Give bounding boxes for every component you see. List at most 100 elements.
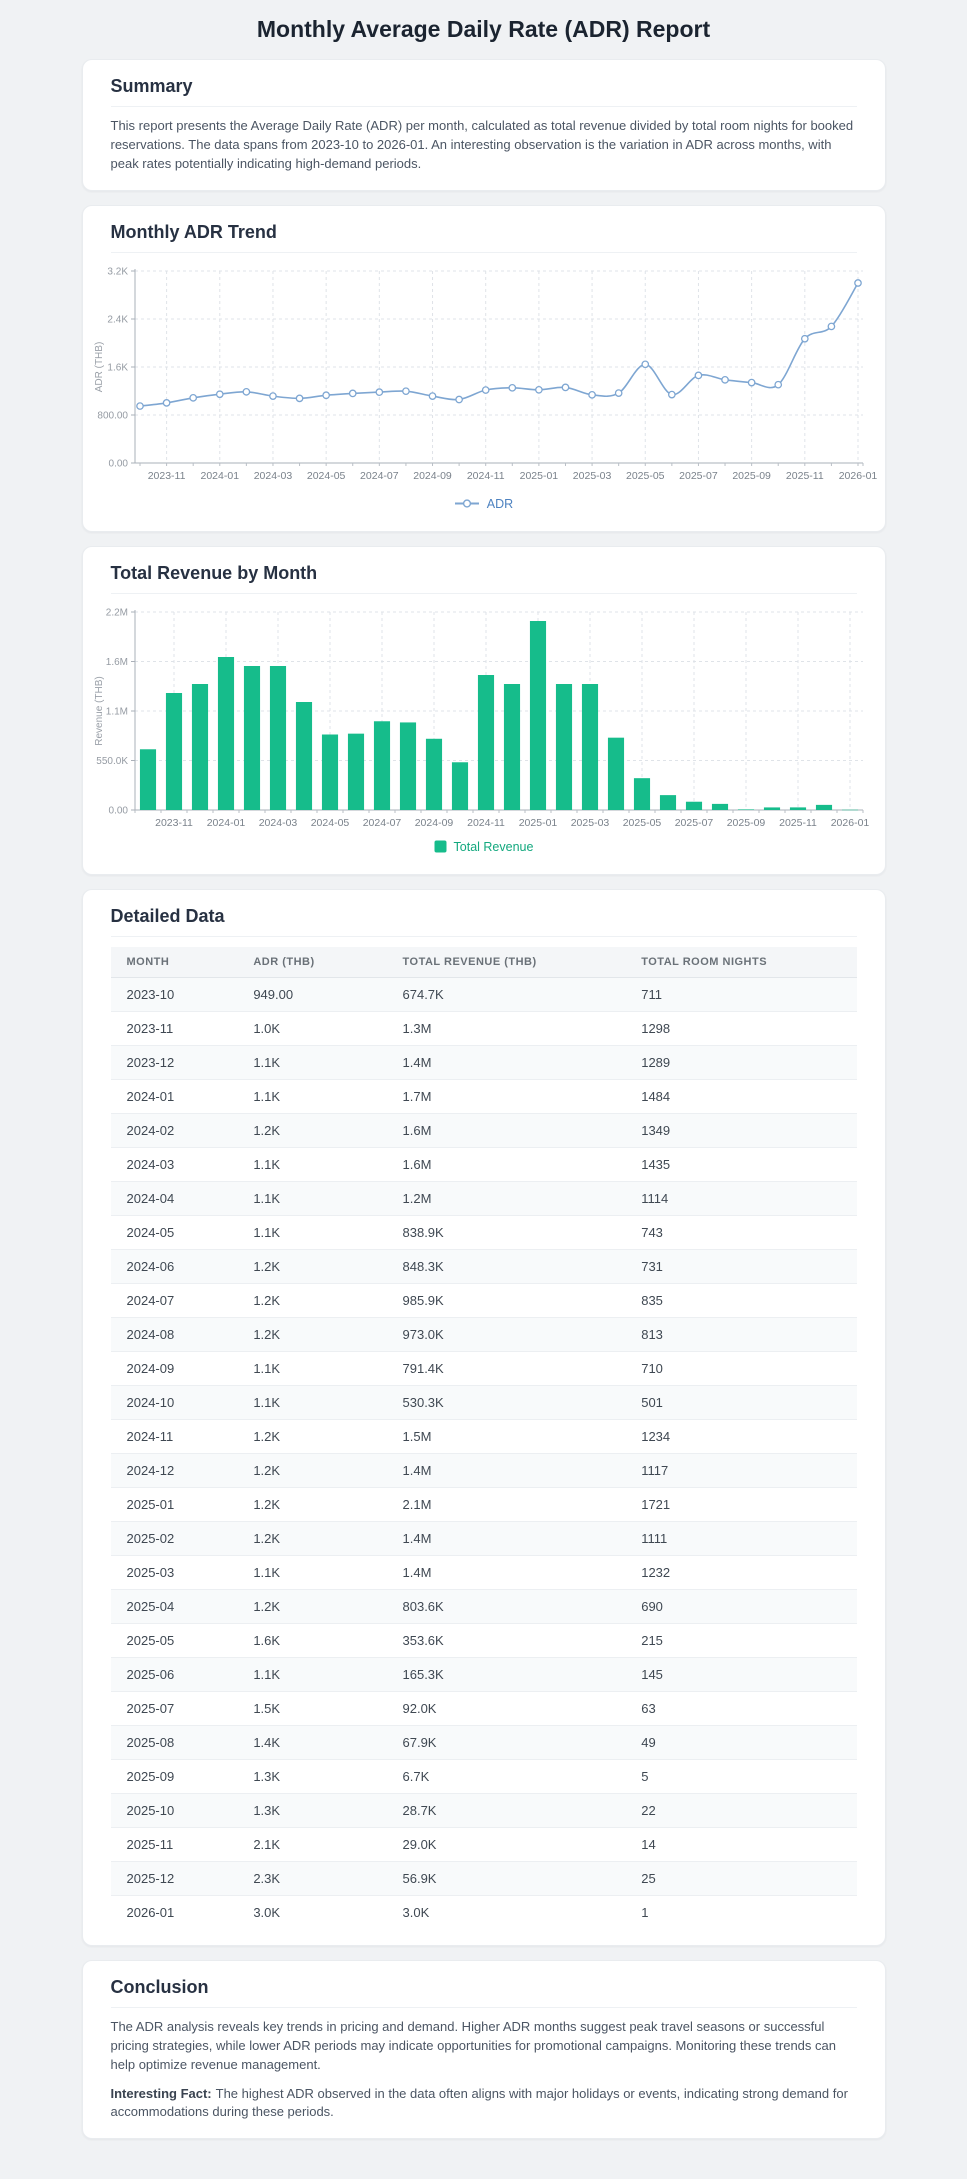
table-row: 2024-04 1.1K 1.2M 1114 bbox=[110, 1181, 857, 1216]
svg-text:0.00: 0.00 bbox=[108, 458, 128, 469]
table-header-row: MONTH ADR (THB) TOTAL REVENUE (THB) TOTAL R… bbox=[110, 946, 857, 978]
table-cell: 2023-10 bbox=[110, 977, 238, 1012]
revenue-bar bbox=[373, 720, 390, 810]
revenue-bar bbox=[347, 733, 364, 810]
svg-text:2025-11: 2025-11 bbox=[785, 470, 823, 482]
table-cell: 1435 bbox=[625, 1147, 857, 1182]
table-row: 2026-01 3.0K 3.0K 1 bbox=[111, 1895, 857, 1929]
table-cell: 1.1K bbox=[237, 1215, 387, 1250]
conclusion-heading: Conclusion bbox=[110, 1977, 857, 2009]
table-cell: 2024-01 bbox=[110, 1079, 238, 1114]
table-cell: 1.2K bbox=[237, 1589, 387, 1624]
table-cell: 29.0K bbox=[386, 1827, 626, 1862]
table-cell: 2025-03 bbox=[110, 1555, 238, 1590]
adr-point bbox=[454, 395, 463, 403]
table-cell: 1111 bbox=[625, 1521, 857, 1556]
svg-text:550.0K: 550.0K bbox=[96, 756, 128, 767]
table-cell: 3.0K bbox=[253, 1904, 281, 1920]
svg-text:2026-01: 2026-01 bbox=[838, 470, 877, 482]
svg-text:2025-05: 2025-05 bbox=[622, 817, 661, 829]
adr-point bbox=[747, 378, 755, 386]
revenue-bar bbox=[399, 721, 416, 810]
table-cell: 145 bbox=[625, 1657, 857, 1692]
table-cell: 1117 bbox=[625, 1453, 857, 1488]
table-cell: 791.4K bbox=[386, 1351, 626, 1386]
table-row: 2025-11 2.1K 29.0K 14 bbox=[110, 1827, 857, 1862]
table-column-header: TOTAL REVENUE (THB) bbox=[386, 946, 626, 978]
adr-point bbox=[667, 390, 676, 398]
adr-point bbox=[694, 371, 702, 379]
table-cell: 165.3K bbox=[386, 1657, 626, 1692]
revenue-bar bbox=[685, 801, 702, 810]
table-row: 2024-01 1.1K 1.7M 1484 bbox=[110, 1079, 857, 1114]
table-cell: 1484 bbox=[625, 1079, 857, 1114]
table-cell: 501 bbox=[625, 1385, 857, 1420]
svg-text:2.2M: 2.2M bbox=[105, 607, 127, 618]
table-row: 2024-02 1.2K 1.6M 1349 bbox=[110, 1113, 857, 1148]
adr-line-chart-svg: 0.00 800.00 1.6K 2.4K 3.2K 2023-11 2024-01 2024… bbox=[94, 266, 877, 482]
svg-text:3.2K: 3.2K bbox=[107, 266, 128, 277]
table-cell: 711 bbox=[625, 977, 857, 1012]
table-row: 2024-10 1.1K 530.3K 501 bbox=[110, 1385, 857, 1420]
table-cell: 848.3K bbox=[386, 1249, 626, 1284]
table-cell: 1289 bbox=[625, 1045, 857, 1080]
table-cell: 2024-09 bbox=[110, 1351, 238, 1386]
adr-point bbox=[242, 387, 250, 396]
table-cell: 2025-02 bbox=[110, 1521, 238, 1556]
table-cell: 1.1K bbox=[237, 1045, 387, 1080]
adr-point bbox=[268, 391, 277, 400]
adr-point bbox=[401, 386, 410, 395]
table-cell: 2026-01 bbox=[126, 1904, 175, 1920]
table-cell: 2.1K bbox=[237, 1827, 387, 1862]
table-cell: 1.1K bbox=[237, 1351, 387, 1386]
table-cell: 56.9K bbox=[386, 1861, 626, 1896]
revenue-bar bbox=[789, 806, 806, 810]
adr-point bbox=[348, 389, 357, 397]
table-cell: 28.7K bbox=[386, 1793, 626, 1828]
table-cell: 1.2K bbox=[237, 1113, 387, 1148]
table-cell: 1.1K bbox=[237, 1147, 387, 1182]
adr-point bbox=[827, 322, 835, 330]
bar-legend-icon bbox=[434, 840, 447, 853]
table-row: 2024-06 1.2K 848.3K 731 bbox=[110, 1249, 857, 1284]
table-cell: 1 bbox=[641, 1904, 649, 1920]
table-cell: 2.1M bbox=[386, 1487, 626, 1522]
table-cell: 1.4K bbox=[237, 1725, 387, 1760]
svg-text:2024-01: 2024-01 bbox=[200, 470, 239, 482]
table-cell: 1.2K bbox=[237, 1487, 387, 1522]
table-cell: 1114 bbox=[625, 1181, 857, 1216]
adr-point bbox=[853, 278, 862, 287]
interesting-fact: Interesting Fact: The highest ADR observe… bbox=[111, 2085, 857, 2123]
svg-text:2025-07: 2025-07 bbox=[679, 470, 718, 482]
table-cell: 2024-05 bbox=[110, 1215, 238, 1250]
adr-point bbox=[428, 391, 436, 400]
table-cell: 2025-01 bbox=[110, 1487, 238, 1522]
conclusion-text: The ADR analysis reveals key trends in p… bbox=[110, 2019, 836, 2072]
table-cell: 803.6K bbox=[386, 1589, 626, 1624]
svg-text:2024-07: 2024-07 bbox=[360, 470, 399, 482]
adr-point bbox=[481, 385, 490, 394]
table-cell: 22 bbox=[625, 1793, 857, 1828]
adr-point bbox=[800, 334, 809, 343]
svg-text:2024-11: 2024-11 bbox=[466, 470, 504, 482]
svg-text:2026-01: 2026-01 bbox=[830, 817, 869, 829]
table-cell: 1.6K bbox=[237, 1623, 387, 1658]
svg-text:2025-07: 2025-07 bbox=[674, 817, 713, 829]
table-cell: 949.00 bbox=[237, 977, 387, 1012]
adr-point bbox=[374, 387, 383, 396]
svg-text:1.6M: 1.6M bbox=[105, 657, 127, 668]
revenue-bar bbox=[477, 674, 494, 810]
revenue-card: Total Revenue by Month 0.00 550.0K 1.1M 1.6… bbox=[81, 545, 886, 875]
revenue-bar bbox=[503, 683, 520, 810]
table-row: 2024-12 1.2K 1.4M 1117 bbox=[110, 1453, 857, 1488]
revenue-bar bbox=[165, 692, 182, 810]
table-cell: 2025-10 bbox=[110, 1793, 238, 1828]
table-cell: 2025-06 bbox=[110, 1657, 238, 1692]
table-cell: 2024-10 bbox=[110, 1385, 238, 1420]
table-cell: 1.2K bbox=[237, 1453, 387, 1488]
revenue-bars bbox=[139, 620, 858, 810]
svg-text:2024-07: 2024-07 bbox=[362, 817, 401, 829]
revenue-bar bbox=[269, 665, 286, 810]
table-row: 2025-07 1.5K 92.0K 63 bbox=[110, 1691, 857, 1726]
summary-card: Summary This report presents the Average… bbox=[81, 59, 886, 191]
